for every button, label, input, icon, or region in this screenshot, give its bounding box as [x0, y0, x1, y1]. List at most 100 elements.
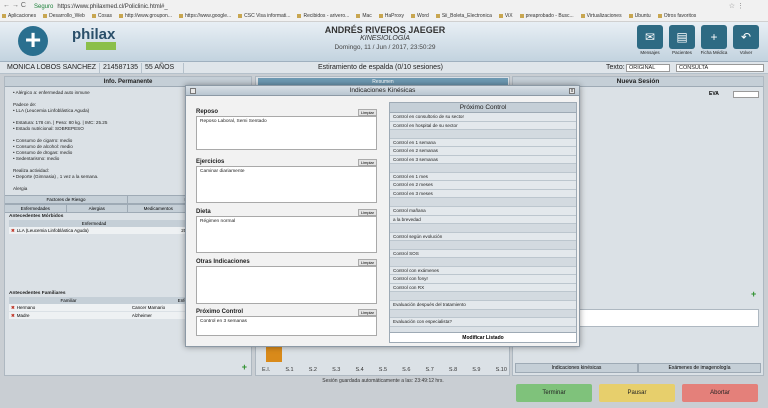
current-datetime: Domingo, 11 / Jun / 2017, 23:50:29	[334, 44, 436, 51]
back-button[interactable]: ↶ Volver	[732, 25, 760, 58]
modal-title-bar: Indicaciones Kinésicas x	[186, 86, 579, 96]
terminate-button[interactable]: Terminar	[516, 384, 592, 402]
tab-allergies[interactable]: Alergias	[67, 205, 128, 212]
delete-icon[interactable]: ✖	[9, 312, 17, 319]
bookmark-item[interactable]: CSC Visa informati...	[238, 13, 290, 21]
axis-tick-label: S.7	[425, 367, 434, 373]
next-control-option[interactable]	[390, 292, 576, 302]
bookmark-item[interactable]: Aplicaciones	[2, 13, 36, 21]
patient-name: MONICA LOBOS SANCHEZ	[4, 63, 100, 73]
tab-medications[interactable]: Medicamentos	[128, 205, 190, 212]
return-icon: ↶	[733, 25, 759, 49]
address-bar[interactable]: Seguro https://www.philaxmed.cl/Policlin…	[34, 2, 734, 11]
texto-select[interactable]: ORIGINAL	[626, 64, 670, 72]
bookmark-item[interactable]: Cosas	[92, 13, 112, 21]
next-control-option[interactable]: Control con fonyr	[390, 275, 576, 284]
bookmark-item[interactable]: preaprobado - Busc...	[520, 13, 574, 21]
modal-title: Indicaciones Kinésicas	[349, 87, 416, 94]
bookmark-item[interactable]: Sii_Boleta_Electronica	[436, 13, 492, 21]
bookmark-item[interactable]: ViX	[499, 13, 513, 21]
next-control-option[interactable]: Control con exámenes	[390, 266, 576, 276]
tab-diseases[interactable]: Enfermedades	[5, 205, 67, 212]
bookmark-item[interactable]: Mac	[356, 13, 371, 21]
brand-sub-bar	[86, 42, 116, 50]
next-control-option[interactable]: Control en consultorio de su sector	[390, 113, 576, 122]
clear-button[interactable]: Limpiar	[357, 259, 377, 266]
next-control-option[interactable]: Evaluación con especialista?	[390, 318, 576, 327]
reposo-textarea[interactable]: Reposo Laboral, Semi Sentado	[196, 116, 377, 150]
next-control-option[interactable]: Control en 1 mes	[390, 172, 576, 182]
next-control-option[interactable]: Evaluación después del tratamiento	[390, 301, 576, 310]
nav-arrows[interactable]: ← → C	[3, 2, 26, 9]
next-control-option[interactable]: Control en 2 semanas	[390, 147, 576, 156]
next-control-option[interactable]: Control en hospital de su sector	[390, 121, 576, 131]
next-control-option[interactable]: a la brevedad	[390, 215, 576, 225]
bookmark-item[interactable]: Desarrollo_Web	[43, 13, 85, 21]
otras-textarea[interactable]	[196, 266, 377, 304]
clear-button[interactable]: Limpiar	[357, 209, 377, 216]
pause-button[interactable]: Pausar	[599, 384, 675, 402]
field-label: Dieta	[196, 209, 211, 215]
bookmark-item[interactable]: https://www.google...	[179, 13, 231, 21]
bookmark-item[interactable]: Recibidos - ariverо...	[297, 13, 349, 21]
next-control-option[interactable]	[390, 198, 576, 208]
abort-button[interactable]: Abortar	[682, 384, 758, 402]
messages-button[interactable]: ✉ Mensajes	[636, 25, 664, 58]
bookmarks-bar: Aplicaciones Desarrollo_Web Cosas http://ww…	[2, 13, 766, 21]
patients-button[interactable]: ▤ Pacientes	[668, 25, 696, 58]
next-control-option[interactable]	[390, 309, 576, 319]
tab-kinesic-indications[interactable]: Indicaciones kinésicas	[515, 363, 638, 373]
kinesic-indications-modal: Indicaciones Kinésicas x Reposo Limpiar …	[185, 85, 580, 347]
clear-button[interactable]: Limpiar	[357, 309, 377, 316]
bookmark-item[interactable]: HaProxy	[379, 13, 404, 21]
add-icon[interactable]: +	[242, 362, 247, 372]
bookmark-item[interactable]: Ubuntu	[629, 13, 651, 21]
next-control-option[interactable]: Control mañana	[390, 207, 576, 216]
field-label: Próximo Control	[196, 309, 244, 315]
proximo-control-textarea[interactable]: Control en 3 semanas	[196, 316, 377, 336]
next-control-option[interactable]	[390, 258, 576, 267]
next-control-option[interactable]	[390, 241, 576, 250]
medical-file-button[interactable]: + Ficha Médica	[700, 25, 728, 58]
bookmark-item[interactable]: Word	[411, 13, 429, 21]
bookmark-star-icon[interactable]: ☆ ⋮	[729, 2, 744, 10]
minimize-icon[interactable]	[190, 88, 196, 94]
bookmark-item[interactable]: http://www.groupon...	[119, 13, 172, 21]
close-icon[interactable]: x	[569, 88, 575, 94]
axis-tick-label: S.1	[285, 367, 294, 373]
next-control-option[interactable]	[390, 164, 576, 173]
next-control-option[interactable]: Control en 1 semana	[390, 138, 576, 148]
modify-list-button[interactable]: Modificar Listado	[390, 332, 576, 342]
next-control-option[interactable]: Control en 3 semanas	[390, 155, 576, 165]
clear-button[interactable]: Limpiar	[357, 109, 377, 116]
bookmark-item[interactable]: Otros favoritos	[658, 13, 697, 21]
patient-age: 55 AÑOS	[142, 63, 184, 73]
next-control-title: Próximo Control	[390, 103, 576, 113]
app-header: + philax ANDRÉS RIVEROS JAEGER KINESIOLO…	[0, 22, 768, 62]
tab-imaging-exams[interactable]: Exámenes de imagenología	[638, 363, 761, 373]
right-tabs: Indicaciones kinésicas Exámenes de image…	[515, 363, 761, 373]
next-control-option[interactable]	[390, 224, 576, 233]
delete-icon[interactable]: ✖	[9, 304, 17, 311]
eva-select[interactable]	[733, 91, 759, 98]
next-control-option[interactable]: Control en 3 meses	[390, 189, 576, 199]
dieta-textarea[interactable]: Régimen normal	[196, 216, 377, 253]
clear-button[interactable]: Limpiar	[357, 159, 377, 166]
next-control-option[interactable]	[390, 130, 576, 139]
delete-icon[interactable]: ✖	[9, 227, 17, 234]
next-control-option[interactable]: Control según evolución	[390, 232, 576, 242]
field-label: Otras Indicaciones	[196, 259, 250, 265]
browser-chrome: ← → C Seguro https://www.philaxmed.cl/Po…	[0, 0, 768, 22]
bookmark-item[interactable]: Virtualizaciones	[581, 13, 622, 21]
next-control-option[interactable]: Control con RX	[390, 283, 576, 293]
next-control-option[interactable]: Control en 2 meses	[390, 181, 576, 190]
axis-tick-label: E.I.	[262, 367, 271, 373]
ejercicios-textarea[interactable]: Caminar diariamente	[196, 166, 377, 203]
add-icon[interactable]: +	[751, 289, 756, 299]
ejercicios-group: Ejercicios Limpiar Caminar diariamente	[196, 158, 379, 203]
tab-risk-factors[interactable]: Factores de Riesgo	[5, 196, 128, 203]
field-label: Ejercicios	[196, 159, 225, 165]
consulta-select[interactable]: CONSULTA	[676, 64, 764, 72]
next-control-option[interactable]: Control SOS	[390, 249, 576, 259]
axis-tick-label: S.10	[495, 367, 507, 373]
